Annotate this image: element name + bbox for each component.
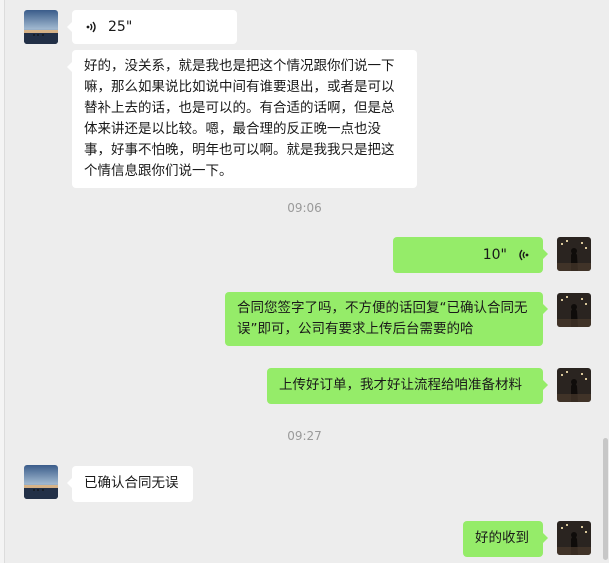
- text-message-bubble[interactable]: 上传好订单，我才好让流程给咱准备材料: [267, 368, 548, 404]
- avatar-image: [557, 293, 591, 327]
- avatar-image: [557, 521, 591, 555]
- text-message-bubble[interactable]: 已确认合同无误: [67, 466, 193, 502]
- self-avatar[interactable]: [557, 521, 591, 555]
- voice-duration: 10": [482, 246, 507, 263]
- voice-duration: 25": [108, 18, 133, 35]
- panel-divider: [0, 0, 5, 563]
- self-avatar[interactable]: [557, 237, 591, 271]
- text-message-bubble[interactable]: 合同您签字了吗，不方便的话回复“已确认合同无误”即可，公司有要求上传后台需要的哈: [225, 292, 548, 346]
- self-avatar[interactable]: [557, 368, 591, 402]
- voice-message-bubble[interactable]: 25": [67, 10, 237, 44]
- self-avatar[interactable]: [557, 293, 591, 327]
- chat-message-area: 25" 好的，没关系，就是我也是把这个情况跟你们说一下嘛，那么如果说比如说中间有…: [0, 0, 609, 563]
- voice-wave-icon: [515, 247, 531, 263]
- message-text: 好的，没关系，就是我也是把这个情况跟你们说一下嘛，那么如果说比如说中间有谁要退出…: [84, 58, 395, 179]
- avatar-image: [557, 368, 591, 402]
- avatar-image: [557, 237, 591, 271]
- contact-avatar[interactable]: [24, 465, 58, 499]
- message-text: 好的收到: [475, 530, 529, 546]
- contact-avatar[interactable]: [24, 10, 58, 44]
- message-text: 已确认合同无误: [84, 475, 179, 491]
- voice-wave-icon: [84, 19, 100, 35]
- text-message-bubble[interactable]: 好的收到: [463, 521, 548, 557]
- voice-message-bubble[interactable]: 10": [393, 237, 548, 273]
- scrollbar-thumb[interactable]: [603, 438, 608, 560]
- message-text: 合同您签字了吗，不方便的话回复“已确认合同无误”即可，公司有要求上传后台需要的哈: [237, 300, 528, 337]
- message-timestamp: 09:06: [287, 201, 322, 215]
- message-timestamp: 09:27: [287, 429, 322, 443]
- message-text: 上传好订单，我才好让流程给咱准备材料: [279, 377, 522, 393]
- avatar-image: [24, 465, 58, 499]
- text-message-bubble[interactable]: 好的，没关系，就是我也是把这个情况跟你们说一下嘛，那么如果说比如说中间有谁要退出…: [67, 50, 417, 188]
- avatar-image: [24, 10, 58, 44]
